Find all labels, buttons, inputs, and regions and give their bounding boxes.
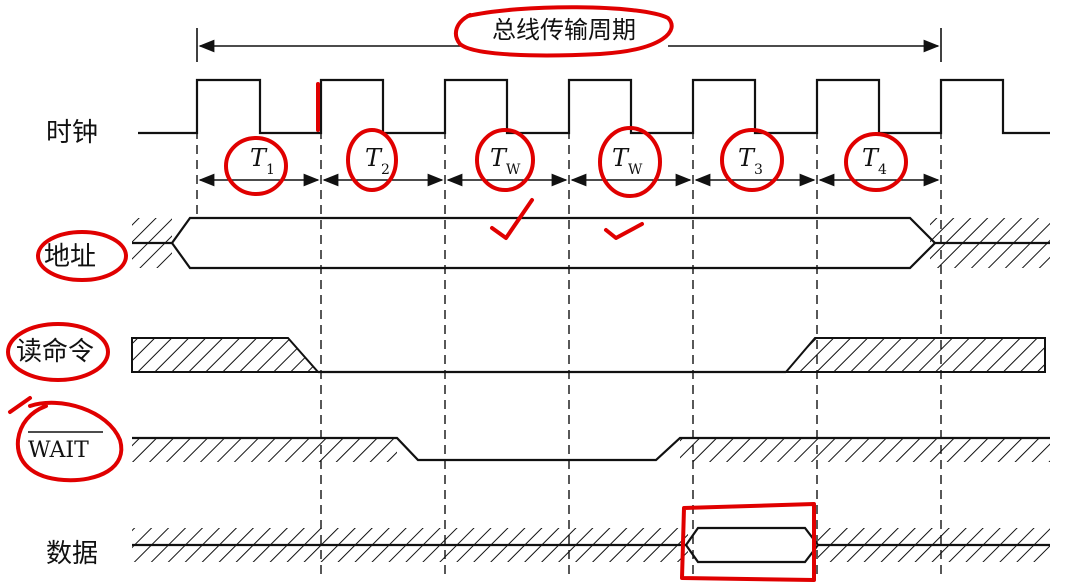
wait-waveform bbox=[132, 436, 1050, 462]
read-command-inactive-start bbox=[131, 337, 321, 373]
read-command-label: 读命令 bbox=[16, 337, 94, 367]
data-waveform bbox=[132, 526, 1050, 564]
read-command-waveform bbox=[131, 337, 1046, 374]
period-label-t3: T3 bbox=[738, 144, 763, 178]
period-label-t2: T2 bbox=[365, 144, 390, 178]
bus-timing-diagram: 总线传输周期 时钟 地址 读命令 WAIT 数据 T1 T2 TW TW T3 … bbox=[6, 5, 1050, 582]
red-annotations bbox=[6, 5, 908, 582]
wait-hatch-right bbox=[680, 438, 1050, 462]
address-lower-line bbox=[171, 242, 936, 270]
read-command-inactive-end bbox=[783, 337, 1046, 373]
clock-waveform bbox=[138, 78, 1050, 135]
address-waveform bbox=[132, 216, 1050, 270]
wait-label: WAIT bbox=[28, 438, 89, 463]
data-label: 数据 bbox=[46, 539, 98, 569]
address-label: 地址 bbox=[44, 242, 96, 272]
data-lower-line bbox=[685, 544, 819, 564]
wait-annotation-stroke bbox=[8, 396, 32, 414]
clock-label: 时钟 bbox=[46, 118, 98, 148]
period-label-tw1: TW bbox=[490, 144, 521, 178]
period-label-t1: T1 bbox=[250, 144, 275, 178]
period-label-t4: T4 bbox=[862, 144, 887, 178]
tw2-check-mark bbox=[604, 222, 644, 240]
bus-cycle-title: 总线传输周期 bbox=[492, 16, 636, 44]
address-upper-line bbox=[132, 216, 1050, 245]
data-annotation-box bbox=[680, 502, 816, 582]
period-label-tw2: TW bbox=[612, 144, 643, 178]
wait-hatch-left bbox=[132, 438, 397, 462]
